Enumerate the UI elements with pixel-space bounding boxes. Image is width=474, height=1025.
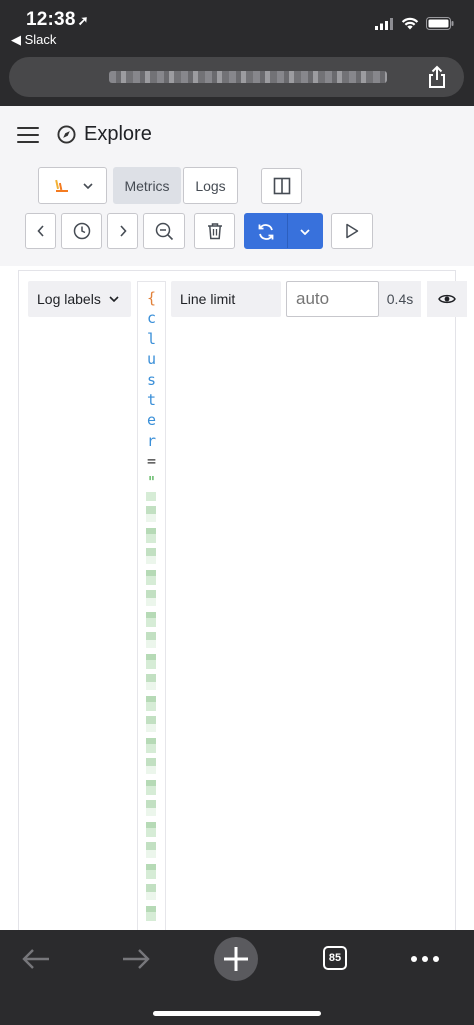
line-limit-input[interactable] — [286, 281, 379, 317]
query-text: { c l u s t e r = " — [138, 288, 165, 492]
query-char: { — [146, 289, 157, 307]
run-button-divider — [287, 214, 288, 248]
chevron-right-icon — [119, 225, 127, 237]
query-timing: 0.4s — [379, 281, 421, 317]
chevron-left-icon — [36, 225, 44, 237]
query-editor[interactable]: { c l u s t e r = " — [137, 281, 166, 931]
trash-icon — [207, 223, 222, 240]
location-arrow-icon: ➚ — [77, 13, 89, 28]
status-time-text: 12:38 — [26, 9, 76, 30]
run-query-button[interactable] — [244, 213, 323, 249]
zoom-out-icon — [155, 222, 173, 240]
line-limit-label: Line limit — [171, 281, 281, 317]
split-columns-icon — [273, 177, 290, 195]
home-indicator — [153, 1011, 321, 1016]
signal-icon — [375, 17, 393, 30]
tabs-count-button[interactable]: 85 — [323, 946, 347, 970]
back-arrow-icon[interactable] — [21, 947, 51, 971]
more-icon[interactable] — [411, 956, 439, 962]
query-char: r — [146, 431, 157, 450]
compass-icon — [57, 125, 76, 144]
menu-icon[interactable] — [17, 127, 39, 143]
zoom-out-button[interactable] — [143, 213, 185, 249]
logs-mode-button[interactable]: Logs — [183, 167, 238, 204]
metrics-mode-button[interactable]: Metrics — [113, 167, 181, 204]
chevron-down-icon — [109, 296, 119, 302]
live-tail-button[interactable] — [331, 213, 373, 249]
new-tab-button[interactable] — [214, 937, 258, 981]
battery-icon — [426, 17, 454, 30]
time-forward-button[interactable] — [107, 213, 138, 249]
query-panel — [18, 270, 456, 931]
app-header: Explore — [0, 106, 474, 166]
back-to-app-link[interactable]: ◀ Slack — [11, 32, 56, 48]
status-time: 12:38 ➚ — [26, 9, 89, 31]
query-char: s — [146, 370, 157, 389]
url-bar[interactable] — [9, 57, 464, 97]
query-char: = — [146, 452, 157, 471]
status-icons — [375, 17, 454, 30]
clock-icon — [73, 222, 90, 240]
forward-arrow-icon[interactable] — [121, 947, 151, 971]
toggle-visibility-button[interactable] — [427, 281, 467, 317]
browser-bottom-bar: 85 — [0, 930, 474, 1025]
query-char: e — [146, 411, 157, 430]
query-char: " — [146, 472, 157, 491]
query-char: c — [146, 309, 157, 328]
query-char: t — [146, 391, 157, 410]
page-title: Explore — [84, 123, 152, 145]
chevron-down-icon[interactable] — [300, 229, 310, 235]
datasource-picker[interactable] — [38, 167, 107, 204]
query-char: u — [146, 350, 157, 369]
query-value-redacted — [146, 492, 156, 922]
eye-icon — [438, 294, 456, 304]
share-icon[interactable] — [426, 65, 448, 89]
split-view-button[interactable] — [261, 168, 302, 204]
log-labels-button[interactable]: Log labels — [28, 281, 131, 317]
refresh-icon — [258, 224, 274, 240]
query-char: l — [146, 329, 157, 348]
url-text-redacted — [109, 71, 387, 83]
loki-icon — [54, 179, 68, 192]
play-icon — [346, 223, 359, 239]
time-picker-button[interactable] — [61, 213, 102, 249]
log-labels-label: Log labels — [37, 291, 101, 307]
browser-top-chrome: 12:38 ➚ ◀ Slack — [0, 0, 474, 106]
clear-all-button[interactable] — [194, 213, 235, 249]
time-back-button[interactable] — [25, 213, 56, 249]
chevron-down-icon — [82, 182, 93, 189]
plus-icon — [224, 947, 248, 971]
wifi-icon — [401, 17, 419, 30]
